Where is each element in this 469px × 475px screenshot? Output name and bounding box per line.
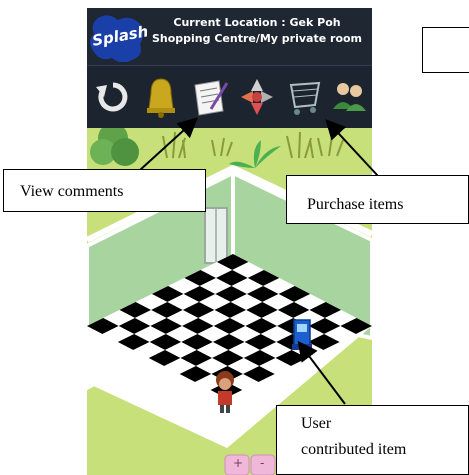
location-line-1: Current Location : Gek Poh <box>173 16 341 29</box>
comment-note-icon[interactable] <box>187 72 231 122</box>
location-line-2: Shopping Centre/My private room <box>151 32 363 45</box>
refresh-icon[interactable] <box>91 72 135 122</box>
callout-user-contributed: User contributed item <box>276 405 469 475</box>
toolbar <box>87 65 372 128</box>
users-icon[interactable] <box>327 72 371 122</box>
callout-view-comments: View comments <box>3 169 206 212</box>
shopping-cart-icon[interactable] <box>283 72 327 122</box>
callout-purchase-items: Purchase items <box>286 175 469 224</box>
callout-user-line-2: contributed item <box>301 441 407 458</box>
location-header: Splash Current Location : Gek Poh Shoppi… <box>87 8 372 65</box>
arcade-machine <box>292 319 312 350</box>
callout-user-line-1: User <box>301 415 332 432</box>
window <box>204 207 228 264</box>
zoom-out-button[interactable]: - <box>260 456 264 470</box>
splash-logo[interactable]: Splash <box>90 12 150 63</box>
bell-icon[interactable] <box>139 72 183 122</box>
zoom-in-button[interactable]: + <box>233 456 243 470</box>
side-box <box>422 27 469 73</box>
navigate-arrows-icon[interactable] <box>235 72 279 122</box>
